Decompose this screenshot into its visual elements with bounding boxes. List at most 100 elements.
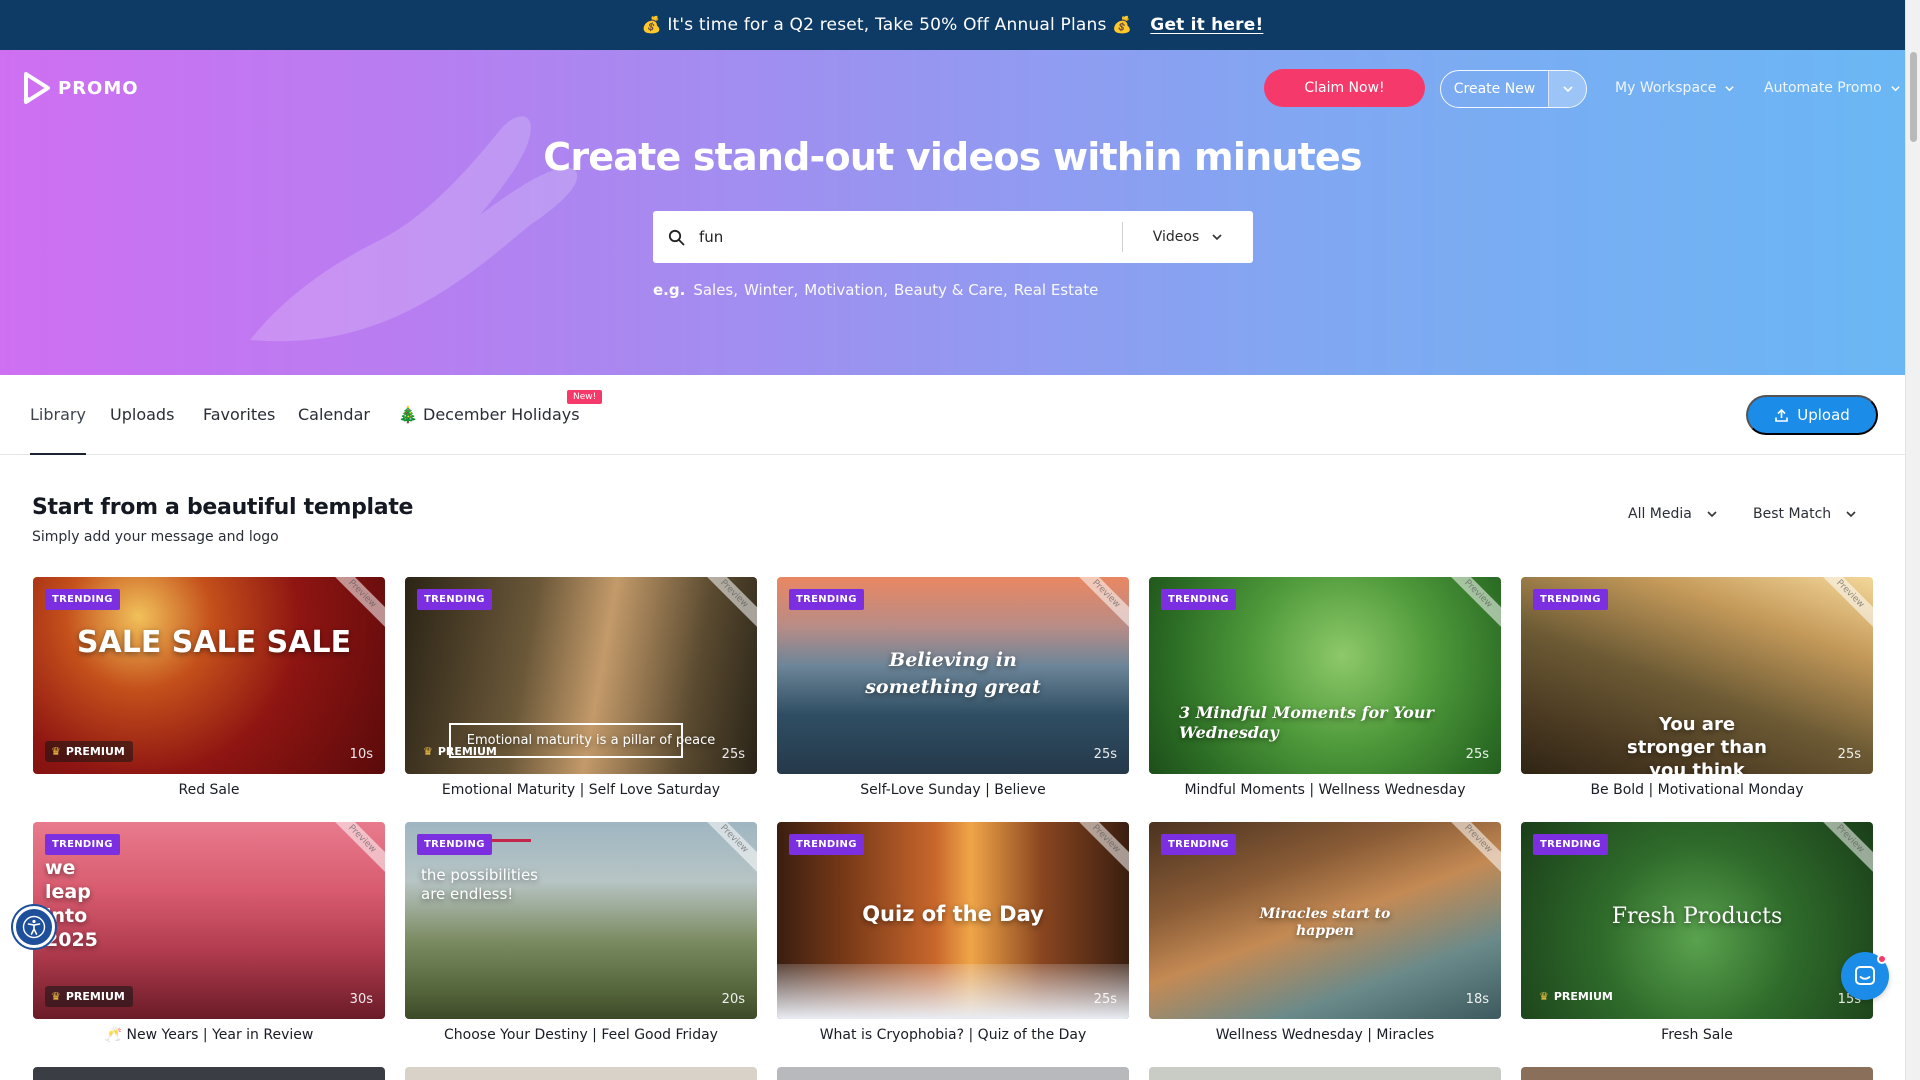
section-subtitle: Simply add your message and logo [32,529,279,545]
duration-label: 25s [1465,747,1489,762]
template-card[interactable]: Quiz of the Day Preview TRENDING 25s Wha… [777,822,1129,1043]
claim-now-button[interactable]: Claim Now! [1264,69,1425,107]
chat-notification-dot [1877,954,1887,964]
promo-link[interactable]: Get it here! [1150,15,1263,35]
template-thumbnail[interactable]: the possibilities are endless! Preview T… [405,822,757,1019]
page-scrollbar[interactable] [1905,0,1920,1080]
template-card[interactable]: SALE SALE SALE Preview TRENDING ♛ PREMIUM… [33,577,385,798]
template-thumbnail[interactable] [1521,1067,1873,1080]
duration-label: 25s [1093,992,1117,1007]
tab-library[interactable]: Library [30,405,86,455]
template-title[interactable]: Choose Your Destiny | Feel Good Friday [405,1027,757,1043]
search-bar: Videos [653,211,1253,263]
premium-badge: ♛ PREMIUM [1533,986,1621,1007]
template-card[interactable]: Believing in something great Preview TRE… [777,577,1129,798]
template-card-partial[interactable] [777,1067,1129,1080]
template-thumbnail[interactable] [33,1067,385,1080]
example-link-real-estate[interactable]: Real Estate [1014,281,1099,299]
thumbnail-snow [777,964,1129,1019]
template-card-partial[interactable] [33,1067,385,1080]
search-input[interactable] [699,211,1122,263]
duration-label: 20s [721,992,745,1007]
tab-december-holidays[interactable]: 🎄 December Holidays [398,405,580,455]
upload-button[interactable]: Upload [1746,395,1878,435]
my-workspace-menu[interactable]: My Workspace [1615,80,1735,96]
template-title[interactable]: Fresh Sale [1521,1027,1873,1043]
template-title[interactable]: Wellness Wednesday | Miracles [1149,1027,1501,1043]
create-new-button[interactable]: Create New [1440,70,1587,108]
library-tabs: Library Uploads Favorites Calendar 🎄 Dec… [0,375,1905,455]
example-link-sales[interactable]: Sales, [693,281,738,299]
tab-calendar[interactable]: Calendar [298,405,370,455]
preview-ribbon: Preview [1813,822,1873,876]
thumbnail-text: Fresh Products [1611,904,1783,929]
logo-text: PROMO [58,77,139,99]
new-badge: New! [567,390,603,404]
preview-ribbon: Preview [1441,822,1501,876]
template-card[interactable]: Emotional maturity is a pillar of peace … [405,577,757,798]
template-thumbnail[interactable] [1149,1067,1501,1080]
template-thumbnail[interactable]: 3 Mindful Moments for Your Wednesday Pre… [1149,577,1501,774]
scrollbar-thumb[interactable] [1910,52,1917,142]
template-card[interactable]: 3 Mindful Moments for Your Wednesday Pre… [1149,577,1501,798]
thumbnail-text: the possibilities are endless! [421,866,538,903]
example-link-winter[interactable]: Winter, [744,281,798,299]
duration-label: 25s [1837,747,1861,762]
media-type-select[interactable]: Videos [1123,229,1253,245]
chevron-down-icon [1725,85,1735,91]
premium-label: PREMIUM [65,745,125,758]
template-thumbnail[interactable]: we leap into 2025 Preview TRENDING ♛ PREM… [33,822,385,1019]
template-card[interactable]: the possibilities are endless! Preview T… [405,822,757,1043]
template-title[interactable]: Be Bold | Motivational Monday [1521,782,1873,798]
template-card[interactable]: You are stronger than you think Preview … [1521,577,1873,798]
chat-button[interactable] [1841,952,1889,1000]
template-thumbnail[interactable]: Quiz of the Day Preview TRENDING 25s [777,822,1129,1019]
crown-icon: ♛ [1539,990,1549,1003]
search-icon[interactable] [653,229,699,246]
accessibility-button[interactable] [13,906,55,948]
example-link-motivation[interactable]: Motivation, [804,281,888,299]
crown-icon: ♛ [51,745,61,758]
template-card[interactable]: Fresh Products Preview TRENDING ♛ PREMIUM… [1521,822,1873,1043]
template-thumbnail[interactable] [777,1067,1129,1080]
template-card[interactable]: we leap into 2025 Preview TRENDING ♛ PREM… [33,822,385,1043]
template-thumbnail[interactable]: SALE SALE SALE Preview TRENDING ♛ PREMIUM… [33,577,385,774]
all-media-filter[interactable]: All Media [1628,506,1718,522]
template-thumbnail[interactable]: Miracles start to happen Preview TRENDIN… [1149,822,1501,1019]
premium-badge: ♛ PREMIUM [45,741,133,762]
thumbnail-text: 3 Mindful Moments for Your Wednesday [1179,703,1434,742]
tab-uploads[interactable]: Uploads [110,405,174,455]
template-thumbnail[interactable]: Believing in something great Preview TRE… [777,577,1129,774]
template-card-partial[interactable] [405,1067,757,1080]
promo-logo[interactable]: PROMO [22,72,139,104]
preview-ribbon: Preview [697,822,757,876]
create-new-label[interactable]: Create New [1441,71,1548,107]
template-card[interactable]: Miracles start to happen Preview TRENDIN… [1149,822,1501,1043]
duration-label: 25s [721,747,745,762]
example-link-beauty-care[interactable]: Beauty & Care, [894,281,1008,299]
template-title[interactable]: What is Cryophobia? | Quiz of the Day [777,1027,1129,1043]
promo-text-line: 💰 It's time for a Q2 reset, Take 50% Off… [642,15,1133,35]
chevron-down-icon [1562,86,1573,93]
template-title[interactable]: Red Sale [33,782,385,798]
template-thumbnail[interactable]: You are stronger than you think Preview … [1521,577,1873,774]
template-card-partial[interactable] [1521,1067,1873,1080]
template-thumbnail[interactable] [405,1067,757,1080]
tab-favorites[interactable]: Favorites [203,405,275,455]
my-workspace-label: My Workspace [1615,80,1717,96]
premium-label: PREMIUM [65,990,125,1003]
template-title[interactable]: Self-Love Sunday | Believe [777,782,1129,798]
preview-ribbon: Preview [1441,577,1501,631]
template-title[interactable]: 🥂 New Years | Year in Review [33,1027,385,1043]
template-card-partial[interactable] [1149,1067,1501,1080]
create-new-dropdown-toggle[interactable] [1548,71,1586,107]
template-thumbnail[interactable]: Emotional maturity is a pillar of peace … [405,577,757,774]
template-title[interactable]: Mindful Moments | Wellness Wednesday [1149,782,1501,798]
sort-filter[interactable]: Best Match [1753,506,1857,522]
trending-badge: TRENDING [417,834,492,855]
template-title[interactable]: Emotional Maturity | Self Love Saturday [405,782,757,798]
tree-icon: 🎄 [398,405,418,424]
thumbnail-text: Miracles start to happen [1259,906,1391,939]
template-thumbnail[interactable]: Fresh Products Preview TRENDING ♛ PREMIUM… [1521,822,1873,1019]
automate-promo-menu[interactable]: Automate Promo [1764,80,1901,96]
